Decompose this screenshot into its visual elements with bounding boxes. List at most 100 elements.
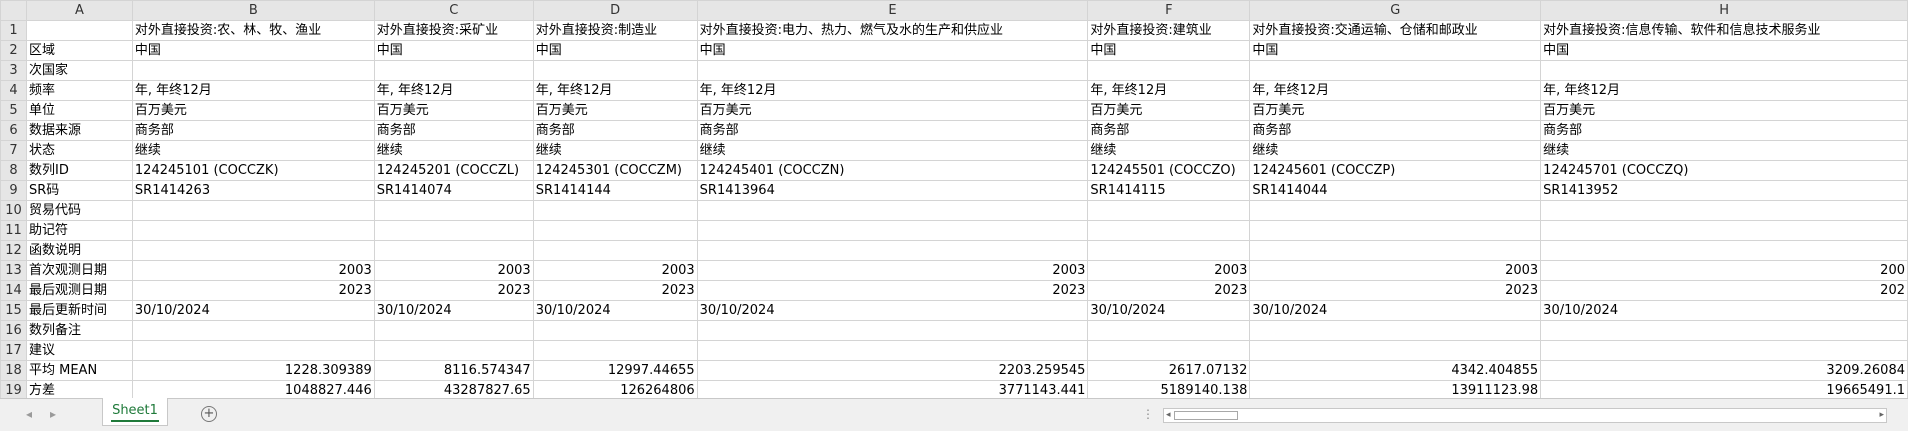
- table-cell[interactable]: 202: [1540, 280, 1908, 301]
- column-header[interactable]: B: [131, 0, 375, 21]
- table-cell[interactable]: 3209.26084: [1540, 360, 1908, 381]
- table-cell[interactable]: 数列ID: [25, 160, 133, 181]
- table-cell[interactable]: [373, 320, 534, 341]
- table-cell[interactable]: [1249, 340, 1542, 361]
- table-cell[interactable]: 方差: [25, 380, 133, 398]
- table-cell[interactable]: [1249, 320, 1542, 341]
- table-cell[interactable]: 数据来源: [25, 120, 133, 141]
- row-header[interactable]: 5: [0, 100, 27, 121]
- table-cell[interactable]: [696, 60, 1089, 81]
- table-cell[interactable]: 商务部: [1087, 120, 1251, 141]
- table-cell[interactable]: [1540, 340, 1908, 361]
- table-cell[interactable]: 124245201 (COCCZL): [373, 160, 534, 181]
- table-cell[interactable]: 2023: [696, 280, 1089, 301]
- table-cell[interactable]: [532, 320, 698, 341]
- options-icon[interactable]: ⋮: [1142, 407, 1154, 421]
- table-cell[interactable]: 2203.259545: [696, 360, 1089, 381]
- table-cell[interactable]: 1048827.446: [131, 380, 375, 398]
- table-cell[interactable]: [1540, 60, 1908, 81]
- row-header[interactable]: 13: [0, 260, 27, 281]
- table-cell[interactable]: 2023: [1249, 280, 1542, 301]
- table-cell[interactable]: 对外直接投资:建筑业: [1087, 20, 1251, 41]
- table-cell[interactable]: 124245401 (COCCZN): [696, 160, 1089, 181]
- table-cell[interactable]: 继续: [1540, 140, 1908, 161]
- table-cell[interactable]: 年, 年终12月: [373, 80, 534, 101]
- row-header[interactable]: 16: [0, 320, 27, 341]
- table-cell[interactable]: [1087, 220, 1251, 241]
- table-cell[interactable]: 124245501 (COCCZO): [1087, 160, 1251, 181]
- add-sheet-icon[interactable]: +: [201, 406, 217, 422]
- table-cell[interactable]: 2023: [1087, 280, 1251, 301]
- table-cell[interactable]: [1087, 340, 1251, 361]
- table-cell[interactable]: [1540, 240, 1908, 261]
- table-cell[interactable]: [532, 60, 698, 81]
- table-cell[interactable]: 126264806: [532, 380, 698, 398]
- table-cell[interactable]: [696, 240, 1089, 261]
- table-cell[interactable]: 对外直接投资:采矿业: [373, 20, 534, 41]
- table-cell[interactable]: 中国: [1249, 40, 1542, 61]
- table-cell[interactable]: 建议: [25, 340, 133, 361]
- table-cell[interactable]: 继续: [696, 140, 1089, 161]
- table-cell[interactable]: [1540, 200, 1908, 221]
- sheet-nav-next-icon[interactable]: ▸: [50, 407, 56, 421]
- table-cell[interactable]: 43287827.65: [373, 380, 534, 398]
- table-cell[interactable]: 频率: [25, 80, 133, 101]
- table-cell[interactable]: [696, 340, 1089, 361]
- table-cell[interactable]: 年, 年终12月: [1249, 80, 1542, 101]
- table-cell[interactable]: 助记符: [25, 220, 133, 241]
- table-cell[interactable]: 继续: [1087, 140, 1251, 161]
- row-header[interactable]: 7: [0, 140, 27, 161]
- table-cell[interactable]: 平均 MEAN: [25, 360, 133, 381]
- table-cell[interactable]: 对外直接投资:交通运输、仓储和邮政业: [1249, 20, 1542, 41]
- table-cell[interactable]: 商务部: [373, 120, 534, 141]
- table-cell[interactable]: 3771143.441: [696, 380, 1089, 398]
- table-cell[interactable]: 年, 年终12月: [532, 80, 698, 101]
- table-cell[interactable]: [373, 340, 534, 361]
- row-header[interactable]: 18: [0, 360, 27, 381]
- table-cell[interactable]: [1249, 220, 1542, 241]
- sheet-nav-prev-icon[interactable]: ◂: [26, 407, 32, 421]
- horizontal-scrollbar[interactable]: ◂ ▸: [1163, 408, 1887, 423]
- table-cell[interactable]: [1540, 320, 1908, 341]
- table-cell[interactable]: 200: [1540, 260, 1908, 281]
- table-cell[interactable]: [1087, 60, 1251, 81]
- column-header[interactable]: C: [373, 0, 534, 21]
- table-cell[interactable]: 124245601 (COCCZP): [1249, 160, 1542, 181]
- table-cell[interactable]: [131, 240, 375, 261]
- table-cell[interactable]: [373, 240, 534, 261]
- table-cell[interactable]: 2003: [131, 260, 375, 281]
- table-cell[interactable]: 2617.07132: [1087, 360, 1251, 381]
- table-cell[interactable]: [131, 60, 375, 81]
- table-cell[interactable]: 贸易代码: [25, 200, 133, 221]
- table-cell[interactable]: 中国: [1087, 40, 1251, 61]
- table-cell[interactable]: SR1413952: [1540, 180, 1908, 201]
- table-cell[interactable]: 商务部: [696, 120, 1089, 141]
- row-header[interactable]: 1: [0, 20, 27, 41]
- table-cell[interactable]: [532, 340, 698, 361]
- table-cell[interactable]: 百万美元: [532, 100, 698, 121]
- table-cell[interactable]: 单位: [25, 100, 133, 121]
- table-cell[interactable]: 状态: [25, 140, 133, 161]
- row-header[interactable]: 12: [0, 240, 27, 261]
- table-cell[interactable]: 30/10/2024: [373, 300, 534, 321]
- table-cell[interactable]: 继续: [131, 140, 375, 161]
- row-header[interactable]: 2: [0, 40, 27, 61]
- table-cell[interactable]: 124245101 (COCCZK): [131, 160, 375, 181]
- table-cell[interactable]: 最后观测日期: [25, 280, 133, 301]
- column-header[interactable]: G: [1249, 0, 1542, 21]
- table-cell[interactable]: [373, 220, 534, 241]
- table-cell[interactable]: [696, 200, 1089, 221]
- table-cell[interactable]: [1087, 240, 1251, 261]
- table-cell[interactable]: [1249, 240, 1542, 261]
- scrollbar-thumb[interactable]: [1174, 411, 1238, 420]
- table-cell[interactable]: 商务部: [1540, 120, 1908, 141]
- row-header[interactable]: 6: [0, 120, 27, 141]
- table-cell[interactable]: 商务部: [1249, 120, 1542, 141]
- column-header[interactable]: F: [1087, 0, 1251, 21]
- table-cell[interactable]: 百万美元: [373, 100, 534, 121]
- table-cell[interactable]: 首次观测日期: [25, 260, 133, 281]
- table-cell[interactable]: [1087, 200, 1251, 221]
- table-cell[interactable]: [131, 220, 375, 241]
- table-cell[interactable]: 2003: [373, 260, 534, 281]
- row-header[interactable]: 8: [0, 160, 27, 181]
